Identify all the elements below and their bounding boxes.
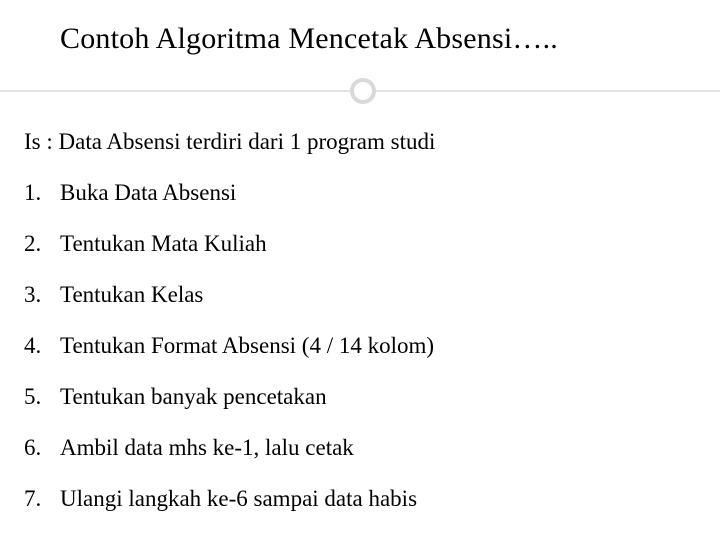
divider [0,74,720,108]
slide-body: Is : Data Absensi terdiri dari 1 program… [0,108,720,524]
slide-title: Contoh Algoritma Mencetak Absensi….. [0,0,720,74]
list-item: Ulangi langkah ke-6 sampai data habis [20,473,700,524]
slide: Contoh Algoritma Mencetak Absensi….. Is … [0,0,720,540]
steps-list: Buka Data Absensi Tentukan Mata Kuliah T… [20,167,700,524]
circle-icon [350,78,376,104]
list-item: Tentukan banyak pencetakan [20,371,700,422]
list-item: Buka Data Absensi [20,167,700,218]
list-item: Tentukan Kelas [20,269,700,320]
list-item: Tentukan Mata Kuliah [20,218,700,269]
list-item: Ambil data mhs ke-1, lalu cetak [20,422,700,473]
intro-text: Is : Data Absensi terdiri dari 1 program… [24,130,696,153]
list-item: Tentukan Format Absensi (4 / 14 kolom) [20,320,700,371]
